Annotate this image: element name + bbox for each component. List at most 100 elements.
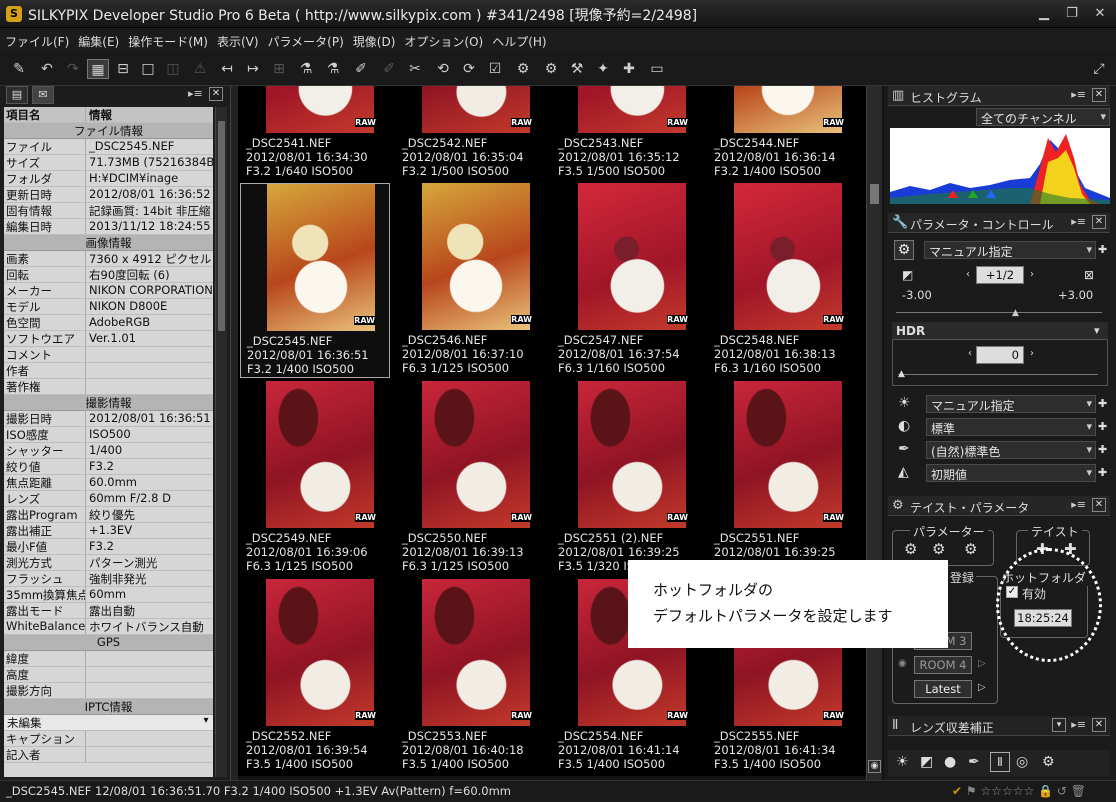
- grid-scrollbar[interactable]: ◉: [866, 86, 882, 780]
- preset-add-icon[interactable]: ✚: [1098, 243, 1107, 256]
- redo-icon[interactable]: ↷: [62, 59, 84, 79]
- gear-tool-icon[interactable]: ⚙: [1042, 754, 1055, 770]
- latest-button[interactable]: Latest: [914, 680, 972, 698]
- room4-button[interactable]: ROOM 4: [914, 656, 972, 674]
- plugin-icon[interactable]: ✚: [618, 59, 640, 79]
- lens-menu-icon[interactable]: ▸≡: [1071, 718, 1086, 731]
- lens-tool-icon[interactable]: Ⅱ: [990, 752, 1010, 772]
- tone-select[interactable]: 標準 ▾: [926, 418, 1096, 436]
- info-row[interactable]: レンズ 60mm F/2.8 D: [4, 491, 213, 507]
- info-row[interactable]: シャッター 1/400: [4, 443, 213, 459]
- info-row[interactable]: 回転 右90度回転 (6): [4, 267, 213, 283]
- info-row[interactable]: 緯度: [4, 651, 213, 667]
- info-row[interactable]: コメント: [4, 347, 213, 363]
- crop-tool-icon[interactable]: ◎: [1016, 754, 1028, 770]
- warning-icon[interactable]: ⚠: [189, 59, 211, 79]
- info-section-header[interactable]: IPTC情報: [4, 699, 213, 715]
- thumbnail-cell[interactable]: RAW _DSC2545.NEF 2012/08/01 16:36:51 F3.2 1…: [240, 183, 390, 378]
- color-tool-icon[interactable]: ●: [944, 754, 956, 770]
- info-row[interactable]: WhiteBalance ホワイトバランス自動: [4, 619, 213, 635]
- info-row[interactable]: 高度: [4, 667, 213, 683]
- gear-icon[interactable]: ⚙: [894, 240, 914, 260]
- info-row[interactable]: ISO感度 ISO500: [4, 427, 213, 443]
- lens-dropdown-icon[interactable]: ▾: [1052, 718, 1066, 732]
- info-row[interactable]: ファイル _DSC2545.NEF: [4, 139, 213, 155]
- hdr-decrease-icon[interactable]: ‹: [968, 348, 972, 359]
- info-row[interactable]: 測光方式 パターン測光: [4, 555, 213, 571]
- thumbnail-cell[interactable]: RAW _DSC2546.NEF 2012/08/01 16:37:10 F6.3 1…: [396, 183, 546, 378]
- info-row[interactable]: キャプション: [4, 731, 213, 747]
- info-row[interactable]: 著作権: [4, 379, 213, 395]
- thumbnail-view-icon[interactable]: ▦: [87, 59, 109, 79]
- param-close-icon[interactable]: ✕: [1092, 215, 1106, 229]
- info-tab-icon[interactable]: ✉: [32, 86, 54, 104]
- info-section-header[interactable]: GPS: [4, 635, 213, 651]
- close-window-button[interactable]: ✕: [1090, 5, 1110, 23]
- undo-icon[interactable]: ↶: [36, 59, 58, 79]
- monitor-icon[interactable]: ▭: [646, 59, 668, 79]
- contrast-tool-icon[interactable]: ◩: [920, 754, 933, 770]
- param-reset-icon[interactable]: ⚙: [964, 540, 977, 558]
- grid-options-icon[interactable]: ◉: [868, 760, 881, 773]
- thumbnail-image[interactable]: [734, 183, 842, 330]
- wb-dropper-icon[interactable]: ⚗: [295, 59, 317, 79]
- channel-select[interactable]: 全てのチャンネル ▾: [976, 108, 1110, 126]
- param-save-icon[interactable]: ⚙: [904, 540, 917, 558]
- check-mark-icon[interactable]: ☑: [484, 59, 506, 79]
- thumbnail-cell[interactable]: RAW _DSC2542.NEF 2012/08/01 16:35:04 F3.2 1…: [396, 86, 546, 181]
- menu-options[interactable]: オプション(O): [399, 28, 487, 50]
- exposure-slider-thumb[interactable]: ▲: [1012, 308, 1019, 318]
- next-photo-icon[interactable]: ↦: [242, 59, 264, 79]
- thumbnail-image[interactable]: [267, 184, 375, 331]
- preset-select[interactable]: マニュアル指定 ▾: [924, 241, 1096, 259]
- rotate-right-icon[interactable]: ⟳: [458, 59, 480, 79]
- info-row[interactable]: 更新日時 2012/08/01 16:36:52: [4, 187, 213, 203]
- info-row[interactable]: 絞り値 F3.2: [4, 459, 213, 475]
- menu-parameter[interactable]: パラメータ(P): [263, 28, 348, 50]
- info-row[interactable]: 画素 7360 x 4912 ピクセル: [4, 251, 213, 267]
- thumbnail-image[interactable]: [734, 381, 842, 528]
- dropper-tool-icon[interactable]: ✒: [968, 754, 980, 770]
- info-row[interactable]: モデル NIKON D800E: [4, 299, 213, 315]
- thumbnail-image[interactable]: [422, 381, 530, 528]
- info-row[interactable]: 焦点距離 60.0mm: [4, 475, 213, 491]
- hdr-collapse-icon[interactable]: ▾: [1094, 324, 1100, 337]
- thumbnail-image[interactable]: [266, 381, 374, 528]
- wb-add-icon[interactable]: ✚: [1098, 397, 1107, 410]
- info-row[interactable]: 編集日時 2013/11/12 18:24:55: [4, 219, 213, 235]
- param-menu-icon[interactable]: ▸≡: [1071, 215, 1086, 228]
- thumbnail-cell[interactable]: RAW _DSC2551 (2).NEF 2012/08/01 16:39:25 F3…: [552, 381, 702, 576]
- info-row[interactable]: フラッシュ 強制非発光: [4, 571, 213, 587]
- info-row[interactable]: 撮影日時 2012/08/01 16:36:51: [4, 411, 213, 427]
- info-row[interactable]: 35mm換算焦点距離60mm: [4, 587, 213, 603]
- clear-icon[interactable]: ✎: [8, 59, 30, 79]
- batch-develop-icon[interactable]: ⚙: [540, 59, 562, 79]
- pipette-icon[interactable]: ✐: [350, 59, 372, 79]
- exposure-tool-icon[interactable]: ☀: [896, 754, 909, 770]
- menu-help[interactable]: ヘルプ(H): [487, 28, 550, 50]
- tone-add-icon[interactable]: ✚: [1098, 420, 1107, 433]
- sharpness-add-icon[interactable]: ✚: [1098, 466, 1107, 479]
- folder-tab-icon[interactable]: ▤: [6, 86, 28, 104]
- grid-icon[interactable]: ⊞: [268, 59, 290, 79]
- info-section-header[interactable]: ファイル情報: [4, 123, 213, 139]
- exposure-increase-icon[interactable]: ›: [1030, 269, 1034, 280]
- fullscreen-icon[interactable]: ⤢: [1088, 59, 1110, 79]
- thumbnail-image[interactable]: [266, 579, 374, 726]
- brush-icon[interactable]: ✐: [378, 59, 400, 79]
- crop-icon[interactable]: ✂: [404, 59, 426, 79]
- auto-exposure-icon[interactable]: ⊠: [1084, 268, 1094, 282]
- exposure-slider-track[interactable]: [896, 312, 1102, 313]
- thumbnail-cell[interactable]: RAW _DSC2552.NEF 2012/08/01 16:39:54 F3.5 1…: [240, 579, 390, 774]
- thumbnail-cell[interactable]: RAW _DSC2549.NEF 2012/08/01 16:39:06 F6.3 1…: [240, 381, 390, 576]
- menu-view[interactable]: 表示(V): [212, 28, 263, 50]
- info-row[interactable]: 露出Program 絞り優先: [4, 507, 213, 523]
- info-section-header[interactable]: 画像情報: [4, 235, 213, 251]
- minimize-button[interactable]: ▁: [1034, 5, 1054, 23]
- color-dropper-icon[interactable]: ⚗: [322, 59, 344, 79]
- hdr-increase-icon[interactable]: ›: [1030, 348, 1034, 359]
- info-row[interactable]: 撮影方向: [4, 683, 213, 699]
- info-row[interactable]: メーカー NIKON CORPORATION: [4, 283, 213, 299]
- rotate-left-icon[interactable]: ⟲: [432, 59, 454, 79]
- filmstrip-view-icon[interactable]: ⊟: [112, 59, 134, 79]
